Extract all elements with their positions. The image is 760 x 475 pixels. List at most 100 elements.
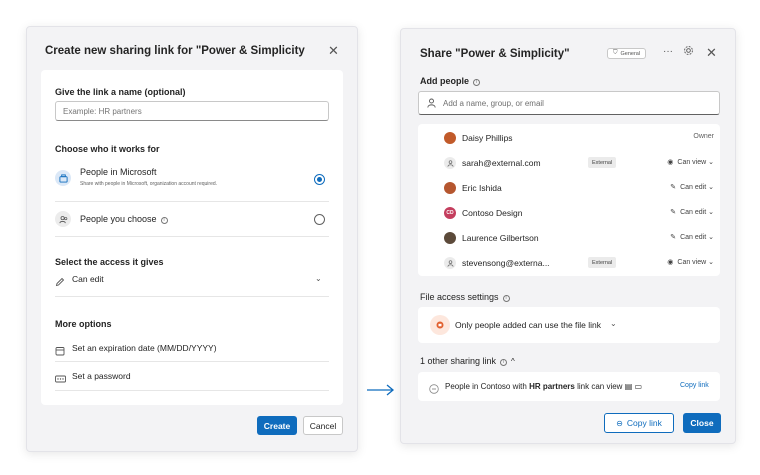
- share-dialog: Share "Power & Simplicity" ⛉ General ···…: [400, 28, 736, 444]
- permission-dropdown[interactable]: ◉ Can view ⌄: [667, 158, 714, 166]
- sensitivity-badge[interactable]: ⛉ General: [607, 48, 647, 59]
- copy-link-button[interactable]: ⊖ Copy link: [604, 413, 674, 433]
- info-icon[interactable]: i: [500, 358, 508, 366]
- dialog-title: Create new sharing link for "Power & Sim…: [45, 45, 305, 57]
- chevron-down-icon: ⌄: [315, 274, 322, 283]
- permission-label: Can edit: [680, 184, 707, 191]
- avatar: [444, 182, 456, 194]
- password-icon: [55, 371, 66, 389]
- access-dropdown[interactable]: Can edit ⌄: [55, 273, 329, 289]
- external-badge: External: [588, 257, 617, 268]
- add-people-label: Add people i: [420, 76, 480, 86]
- permission-dropdown[interactable]: ✎ Can edit ⌄: [670, 233, 714, 241]
- more-options-label: More options: [55, 319, 112, 329]
- audience-option-choose[interactable]: People you choose i: [41, 204, 343, 234]
- person-icon: [444, 157, 456, 169]
- person-name: Laurence Gilbertson: [462, 233, 539, 243]
- divider: [55, 201, 329, 202]
- permission-dropdown[interactable]: ✎ Can edit ⌄: [670, 208, 714, 216]
- option-title: People you choose i: [80, 214, 168, 224]
- sharing-link-row: People in Contoso with HR partners link …: [418, 372, 720, 401]
- copy-link-text-button[interactable]: Copy link: [680, 382, 709, 389]
- link-icon: [429, 381, 439, 399]
- chevron-up-icon[interactable]: ^: [511, 357, 515, 366]
- shield-icon: ⛉: [613, 50, 618, 56]
- divider: [55, 236, 329, 237]
- expiration-option[interactable]: Set an expiration date (MM/DD/YYYY): [55, 342, 329, 356]
- person-name: stevensong@externa...: [462, 258, 550, 268]
- close-button[interactable]: Close: [683, 413, 721, 433]
- other-links-label: 1 other sharing link i ^: [420, 356, 515, 366]
- permission-label: Can view: [677, 259, 707, 266]
- person-row: sarah@external.com External ◉ Can view ⌄: [418, 151, 720, 175]
- close-icon[interactable]: ✕: [328, 43, 339, 59]
- calendar-icon: ▤: [624, 382, 633, 391]
- permission-label: Can view: [677, 159, 707, 166]
- people-icon: [55, 211, 71, 227]
- add-people-text: Add people: [420, 76, 469, 86]
- building-icon: [55, 170, 71, 186]
- add-people-placeholder: Add a name, group, or email: [443, 98, 544, 108]
- avatar: [444, 232, 456, 244]
- person-icon: [427, 98, 436, 110]
- info-icon[interactable]: i: [160, 216, 168, 224]
- link-text-after: link can view: [577, 382, 623, 391]
- link-name-input[interactable]: [55, 101, 329, 121]
- password-option[interactable]: Set a password: [55, 370, 329, 384]
- permission-dropdown[interactable]: ◉ Can view ⌄: [667, 258, 714, 266]
- gear-icon[interactable]: [683, 45, 694, 59]
- person-row: stevensong@externa... External ◉ Can view…: [418, 251, 720, 275]
- file-access-label: File access settings i: [420, 292, 510, 302]
- link-text-before: People in Contoso with: [445, 382, 527, 391]
- external-badge: External: [588, 157, 617, 168]
- expiration-text: Set an expiration date (MM/DD/YYYY): [72, 343, 217, 353]
- avatar: CD: [444, 207, 456, 219]
- password-icon: ▭: [634, 382, 643, 391]
- radio-selected[interactable]: [314, 174, 325, 185]
- access-value: Can edit: [72, 274, 104, 284]
- link-icon: ⊖: [616, 418, 623, 428]
- arrow-right-icon: [367, 384, 395, 396]
- permission-dropdown[interactable]: ✎ Can edit ⌄: [670, 183, 714, 191]
- audience-label: Choose who it works for: [55, 144, 160, 154]
- divider: [55, 361, 329, 362]
- person-name: Contoso Design: [462, 208, 523, 218]
- badge-label: General: [620, 50, 641, 57]
- divider: [55, 296, 329, 297]
- person-name: Daisy Phillips: [462, 133, 513, 143]
- file-access-value: Only people added can use the file link: [455, 320, 602, 330]
- person-row: Eric Ishida ✎ Can edit ⌄: [418, 176, 720, 200]
- option-title-text: People you choose: [80, 214, 157, 224]
- radio-unselected[interactable]: [314, 214, 325, 225]
- add-people-input[interactable]: Add a name, group, or email: [418, 91, 720, 115]
- people-list: Daisy Phillips Owner sarah@external.com …: [418, 124, 720, 276]
- access-label: Select the access it gives: [55, 257, 164, 267]
- info-icon[interactable]: i: [473, 78, 480, 86]
- pencil-icon: ✎: [670, 184, 677, 191]
- person-icon: [444, 257, 456, 269]
- permission-label: Can edit: [680, 234, 707, 241]
- person-name: Eric Ishida: [462, 183, 502, 193]
- option-description: Share with people in Microsoft, organiza…: [80, 181, 218, 187]
- calendar-icon: [55, 343, 65, 361]
- create-button[interactable]: Create: [257, 416, 297, 435]
- avatar: [444, 132, 456, 144]
- link-text-bold: HR partners: [529, 382, 575, 391]
- audience-option-microsoft[interactable]: People in Microsoft Share with people in…: [41, 162, 343, 198]
- option-title: People in Microsoft: [80, 167, 157, 177]
- cancel-button[interactable]: Cancel: [303, 416, 343, 435]
- eye-icon: ◉: [667, 259, 674, 266]
- close-icon[interactable]: ✕: [706, 45, 717, 61]
- person-row: Laurence Gilbertson ✎ Can edit ⌄: [418, 226, 720, 250]
- password-text: Set a password: [72, 371, 131, 381]
- more-options-icon[interactable]: ···: [663, 46, 673, 57]
- link-description: People in Contoso with HR partners link …: [445, 382, 642, 391]
- file-access-setting[interactable]: Only people added can use the file link …: [418, 307, 720, 343]
- dialog-title: Share "Power & Simplicity": [420, 48, 570, 60]
- person-row: CD Contoso Design ✎ Can edit ⌄: [418, 201, 720, 225]
- file-access-text: File access settings: [420, 292, 499, 302]
- link-options-panel: Give the link a name (optional) Choose w…: [41, 70, 343, 405]
- person-row: Daisy Phillips Owner: [418, 126, 720, 150]
- info-icon[interactable]: i: [502, 294, 510, 302]
- copy-link-label: Copy link: [626, 418, 662, 428]
